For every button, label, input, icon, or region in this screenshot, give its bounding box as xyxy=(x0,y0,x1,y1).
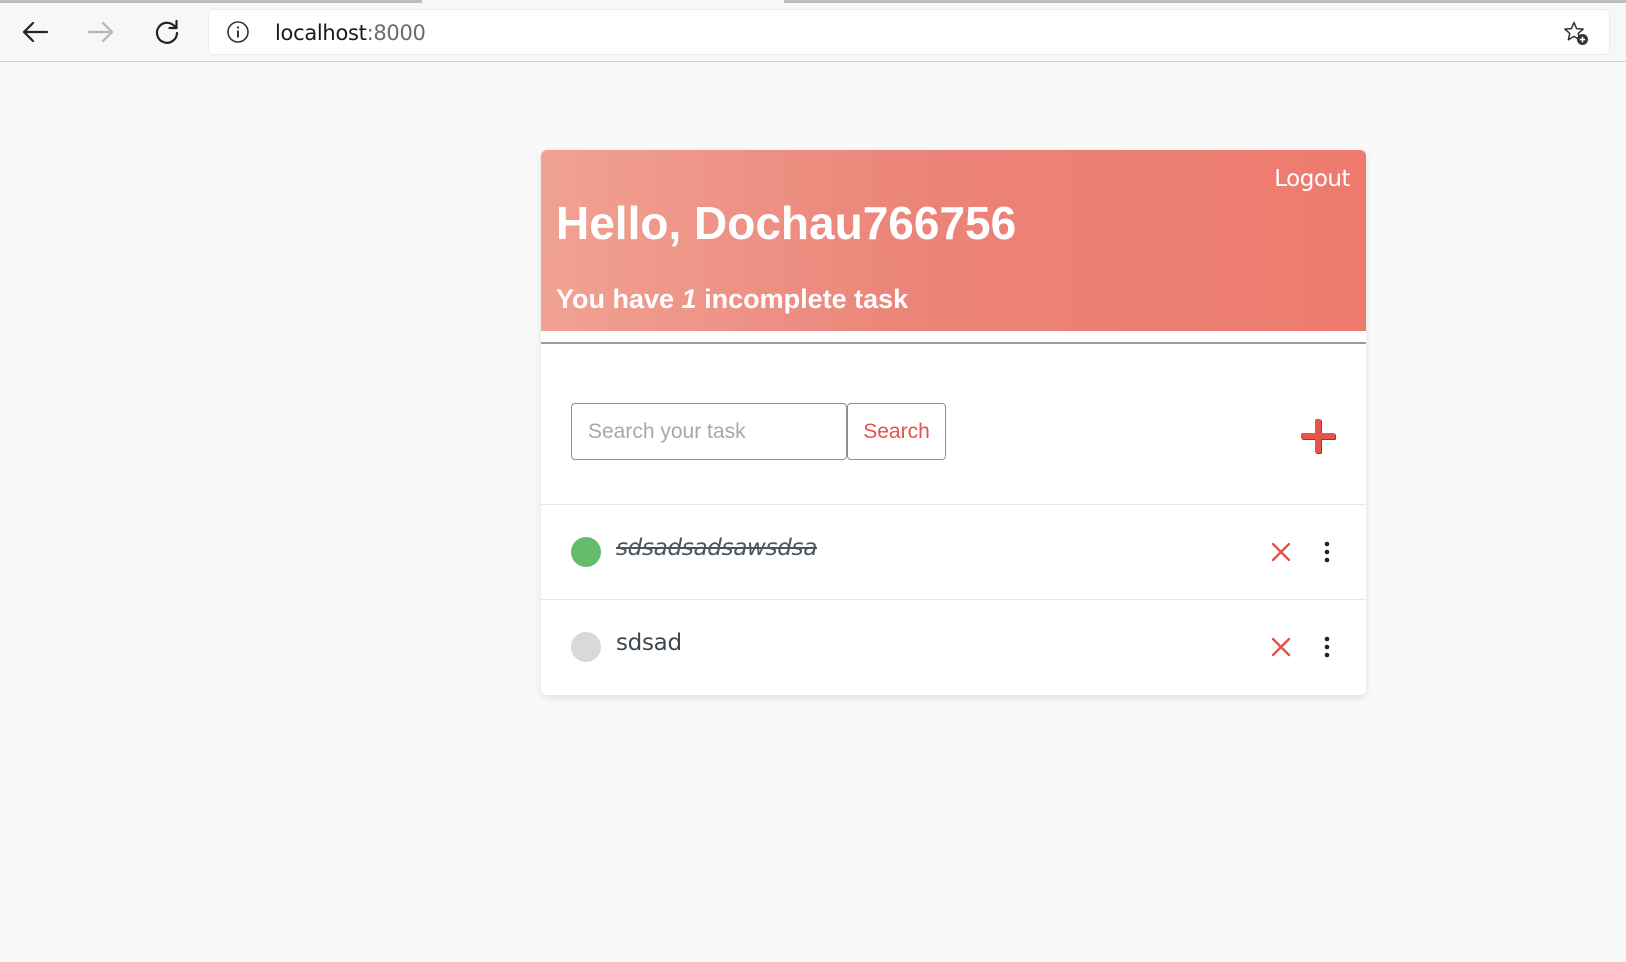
tab-indicator xyxy=(784,0,1626,3)
task-row: sdsad xyxy=(541,600,1366,694)
task-title[interactable]: sdsadsadsawsdsa xyxy=(616,535,817,561)
more-vertical-icon[interactable] xyxy=(1317,633,1337,661)
task-title[interactable]: sdsad xyxy=(616,630,682,656)
arrow-left-icon xyxy=(22,21,49,43)
incomplete-count: 1 xyxy=(681,284,697,314)
logout-link[interactable]: Logout xyxy=(1274,166,1350,192)
tab-strip xyxy=(0,0,1626,4)
summary-suffix: incomplete task xyxy=(696,284,909,314)
reload-icon xyxy=(155,19,179,44)
url-text[interactable]: localhost:8000 xyxy=(275,21,426,45)
summary-prefix: You have xyxy=(556,284,682,314)
task-row: sdsadsadsawsdsa xyxy=(541,505,1366,599)
plus-icon[interactable] xyxy=(1298,416,1338,456)
card-header: Logout Hello, Dochau766756 You have 1 in… xyxy=(541,150,1366,331)
close-icon[interactable] xyxy=(1267,633,1295,661)
tab-indicator xyxy=(0,0,422,3)
arrow-right-icon xyxy=(87,21,114,43)
close-icon[interactable] xyxy=(1267,538,1295,566)
forward-button[interactable] xyxy=(81,14,121,50)
url-port: :8000 xyxy=(366,21,426,45)
header-divider xyxy=(541,342,1366,344)
task-status-toggle[interactable] xyxy=(571,632,601,662)
greeting-title: Hello, Dochau766756 xyxy=(556,197,1017,249)
task-summary: You have 1 incomplete task xyxy=(556,284,908,315)
back-button[interactable] xyxy=(15,14,55,50)
more-vertical-icon[interactable] xyxy=(1317,538,1337,566)
search-input[interactable] xyxy=(571,403,847,460)
url-host: localhost xyxy=(275,21,367,45)
address-bar[interactable]: localhost:8000 xyxy=(209,10,1609,54)
reload-button[interactable] xyxy=(147,14,187,50)
info-icon[interactable] xyxy=(227,21,249,43)
task-status-toggle[interactable] xyxy=(571,537,601,567)
search-button[interactable]: Search xyxy=(847,403,946,460)
star-add-icon[interactable] xyxy=(1563,20,1589,46)
todo-card: Logout Hello, Dochau766756 You have 1 in… xyxy=(541,150,1366,695)
browser-toolbar: localhost:8000 xyxy=(0,0,1626,62)
